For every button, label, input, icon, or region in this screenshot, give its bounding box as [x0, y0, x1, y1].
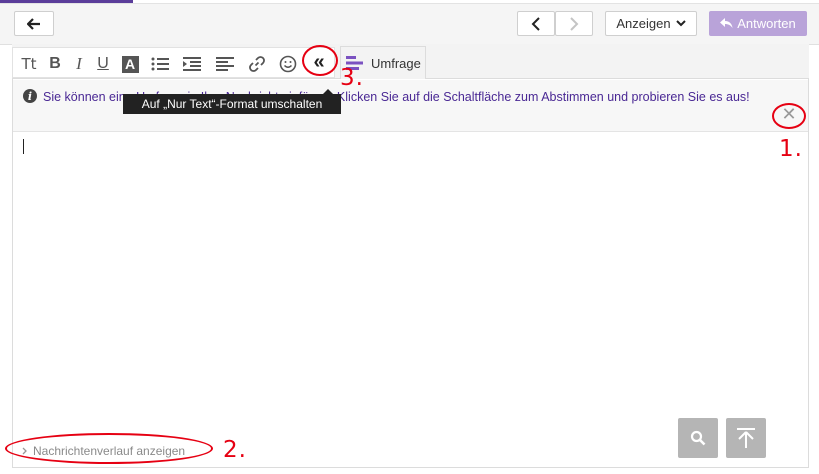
scroll-to-top-button[interactable] [726, 418, 766, 458]
underline-button[interactable]: U [94, 54, 112, 74]
chevron-down-icon [675, 20, 686, 27]
link-icon [249, 56, 265, 72]
reply-arrow-icon [720, 18, 733, 28]
format-buttons-group: Tt B I U A « [12, 47, 335, 78]
annotation-label-three: 3. [340, 65, 364, 91]
annotation-label-one: 1. [779, 136, 803, 162]
indent-icon [183, 57, 201, 71]
align-button[interactable] [215, 54, 235, 74]
bold-icon: B [49, 55, 61, 72]
text-color-icon: A [121, 55, 139, 73]
annotation-ring-close [772, 103, 806, 129]
bold-button[interactable]: B [46, 54, 64, 74]
bullet-list-icon [151, 57, 169, 71]
show-dropdown-button[interactable]: Anzeigen [605, 11, 697, 36]
arrow-to-top-icon [737, 428, 755, 448]
italic-button[interactable]: I [70, 54, 88, 74]
info-icon: i [23, 89, 37, 103]
underline-icon: U [97, 55, 109, 72]
indent-button[interactable] [182, 54, 202, 74]
previous-message-button[interactable] [517, 11, 555, 36]
annotation-ring-history [5, 433, 213, 464]
plain-text-tooltip: Auf „Nur Text“-Format umschalten [123, 89, 341, 114]
text-color-button[interactable]: A [121, 54, 139, 74]
reply-button-label: Antworten [737, 16, 796, 31]
align-left-icon [216, 57, 234, 71]
text-size-button[interactable]: Tt [19, 54, 39, 74]
search-icon [690, 430, 706, 446]
format-toolbar: Tt B I U A « Umfrage [12, 44, 809, 79]
arrow-left-icon [27, 17, 40, 30]
bullet-list-button[interactable] [150, 54, 170, 74]
text-size-icon: Tt [21, 55, 37, 73]
show-dropdown-label: Anzeigen [616, 16, 671, 31]
reply-button[interactable]: Antworten [709, 11, 807, 36]
chevron-left-icon [531, 16, 540, 31]
chevron-right-icon [570, 16, 579, 31]
back-button[interactable] [14, 11, 54, 36]
emoji-button[interactable] [278, 54, 298, 74]
link-button[interactable] [247, 54, 267, 74]
text-cursor [23, 139, 24, 154]
annotation-ring-plain-text [302, 45, 338, 76]
annotation-label-two: 2. [223, 437, 247, 463]
next-message-button[interactable] [555, 11, 593, 36]
smiley-icon [279, 55, 297, 73]
poll-label: Umfrage [371, 55, 421, 71]
italic-icon: I [76, 54, 82, 73]
search-button[interactable] [678, 418, 718, 458]
